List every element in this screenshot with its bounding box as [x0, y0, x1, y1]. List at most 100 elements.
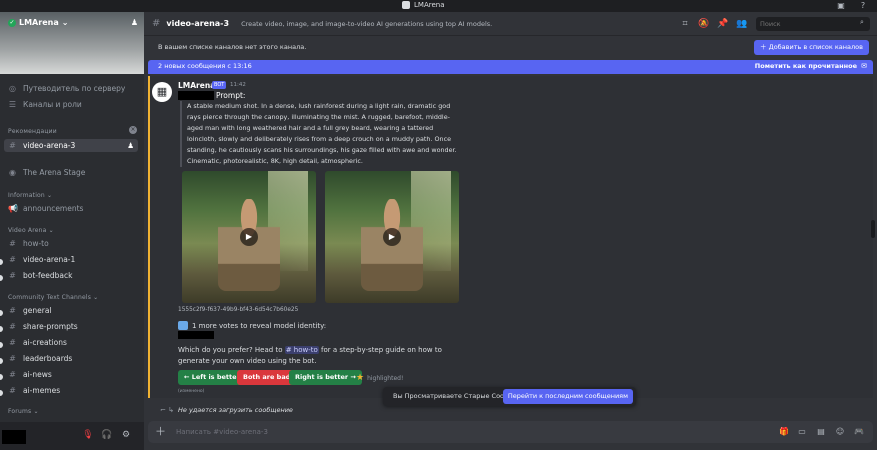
- app-logo-icon: [402, 1, 410, 9]
- left-is-better-button[interactable]: ← Left is better: [178, 370, 246, 385]
- message-composer: ＋ 🎁 ▭ ▤ ☺ 🎮: [148, 421, 873, 443]
- list-icon: ☰: [8, 100, 17, 109]
- right-is-better-button[interactable]: Right is better →: [289, 370, 362, 385]
- new-messages-bar[interactable]: 2 новых сообщения с 13:16 Пометить как п…: [148, 60, 873, 74]
- sidebar-item-bot-feedback[interactable]: # bot-feedback: [8, 269, 140, 282]
- compass-icon: ◎: [9, 84, 16, 93]
- unread-indicator: [0, 374, 3, 380]
- avatar[interactable]: [2, 430, 26, 444]
- headphones-icon[interactable]: 🎧: [101, 429, 113, 441]
- stage-icon: ◉: [9, 168, 16, 177]
- prompt-heading: Prompt:: [178, 91, 245, 100]
- gif-icon[interactable]: ▭: [796, 426, 808, 438]
- ballot-box-icon: [178, 321, 188, 330]
- sidebar-item-video-arena-1[interactable]: # video-arena-1: [8, 253, 140, 266]
- highlighted-reaction[interactable]: ★ highlighted!: [356, 373, 403, 383]
- server-name[interactable]: ✓ LMArena ⌄: [8, 18, 68, 27]
- jump-to-present-button[interactable]: Перейти к последним сообщениям: [502, 389, 633, 404]
- bot-message: ▦ LMArena BOT 11:42 Prompt: A stable med…: [148, 76, 873, 398]
- channel-sidebar: ✓ LMArena ⌄ ♟ ◎ Путеводитель по серверу …: [0, 12, 144, 450]
- plus-icon[interactable]: ＋: [155, 425, 166, 439]
- dismiss-recommended-icon[interactable]: ×: [129, 126, 137, 134]
- sidebar-item-video-arena-3[interactable]: # video-arena-3 ♟: [4, 139, 138, 152]
- redacted-block: [178, 91, 214, 100]
- prompt-quote: A stable medium shot. In a dense, lush r…: [180, 101, 462, 167]
- scrollbar-thumb[interactable]: [871, 220, 875, 238]
- unread-indicator: [0, 390, 3, 396]
- unread-indicator: [0, 275, 3, 281]
- category-recommended[interactable]: Рекомендации: [8, 128, 57, 135]
- message-input[interactable]: [176, 425, 736, 439]
- gamepad-icon[interactable]: 🎮: [853, 426, 865, 438]
- category-forums[interactable]: Forums ⌄: [8, 408, 39, 415]
- channel-hash-icon: #: [9, 306, 16, 315]
- search-icon: ⌕: [860, 18, 864, 26]
- server-banner[interactable]: ✓ LMArena ⌄ ♟: [0, 12, 144, 74]
- new-messages-text: 2 новых сообщения с 13:16: [158, 62, 252, 70]
- notification-bell-muted-icon[interactable]: 🔕: [698, 18, 710, 30]
- failed-load-text: Не удается загрузить сообщение: [178, 406, 293, 414]
- sidebar-item-ai-memes[interactable]: # ai-memes: [8, 384, 140, 397]
- mark-as-read-button[interactable]: Пометить как прочитанное: [755, 62, 857, 70]
- unread-indicator: [0, 342, 3, 348]
- sticker-icon[interactable]: ▤: [815, 426, 827, 438]
- unread-indicator: [0, 358, 3, 364]
- channel-topic[interactable]: Create video, image, and image-to-video …: [241, 20, 492, 28]
- play-icon[interactable]: ▶: [240, 228, 258, 246]
- channel-hash-icon: #: [9, 271, 16, 280]
- channel-hash-icon: #: [9, 141, 16, 150]
- bot-avatar-icon[interactable]: ▦: [152, 82, 172, 102]
- sidebar-item-arena-stage[interactable]: ◉ The Arena Stage: [8, 166, 140, 179]
- channel-hash-icon: #: [9, 338, 16, 347]
- video-left[interactable]: ▶: [182, 171, 316, 303]
- add-to-channel-list-button[interactable]: ＋ Добавить в список каналов: [754, 40, 869, 55]
- message-timestamp: 11:42: [230, 82, 246, 88]
- category-community[interactable]: Community Text Channels ⌄: [8, 294, 98, 301]
- sidebar-item-announcements[interactable]: 📢 announcements: [8, 202, 140, 215]
- search-input[interactable]: [756, 17, 870, 31]
- edited-label: (изменено): [178, 389, 205, 394]
- sidebar-item-ai-creations[interactable]: # ai-creations: [8, 336, 140, 349]
- pin-icon[interactable]: 📌: [717, 18, 729, 30]
- channel-hash-icon: #: [152, 18, 161, 29]
- gift-icon[interactable]: 🎁: [778, 426, 790, 438]
- app-title: LMArena: [402, 1, 445, 9]
- play-icon[interactable]: ▶: [383, 228, 401, 246]
- microphone-muted-icon[interactable]: 🎙: [82, 429, 94, 441]
- emoji-icon[interactable]: ☺: [834, 426, 846, 438]
- channel-mention-how-to[interactable]: # how-to: [284, 346, 319, 354]
- add-member-icon[interactable]: ♟: [127, 141, 134, 150]
- channel-name: video-arena-3: [166, 19, 230, 28]
- threads-icon[interactable]: ⌗: [679, 18, 691, 30]
- gear-icon[interactable]: ⚙: [120, 429, 132, 441]
- highlight-bar: [148, 76, 150, 398]
- inbox-icon[interactable]: ▣: [836, 1, 846, 11]
- help-icon[interactable]: ?: [858, 1, 868, 11]
- reveal-text: 1 more votes to reveal model identity:: [178, 321, 326, 330]
- sidebar-item-server-guide[interactable]: ◎ Путеводитель по серверу: [8, 82, 140, 95]
- message-author[interactable]: LMArena: [178, 81, 215, 90]
- generation-id: 1555c2f9-f637-49b9-bf43-6d54c7b60e25: [178, 307, 299, 313]
- sidebar-item-general[interactable]: # general: [8, 304, 140, 317]
- mark-read-icon: ✉: [861, 62, 867, 70]
- sidebar-item-share-prompts[interactable]: # share-prompts: [8, 320, 140, 333]
- both-are-bad-button[interactable]: Both are bad: [237, 370, 297, 385]
- redacted-block: [178, 331, 214, 339]
- sidebar-item-leaderboards[interactable]: # leaderboards: [8, 352, 140, 365]
- user-panel: 🎙 🎧 ⚙: [0, 422, 144, 450]
- reply-arrow-icon: ⌐ ↳: [160, 406, 174, 414]
- member-list-icon[interactable]: 👥: [736, 18, 748, 30]
- star-icon: ★: [356, 373, 365, 383]
- old-messages-popup: Вы Просматриваете Старые Сообщения Перей…: [383, 387, 636, 406]
- verified-icon: ✓: [8, 18, 16, 27]
- sidebar-item-channels-roles[interactable]: ☰ Каналы и роли: [8, 98, 140, 111]
- sidebar-item-how-to[interactable]: # how-to: [8, 237, 140, 250]
- category-information[interactable]: Information ⌄: [8, 192, 52, 199]
- channel-hash-icon: #: [9, 239, 16, 248]
- invite-people-icon[interactable]: ♟: [131, 18, 138, 27]
- channel-hash-icon: #: [9, 354, 16, 363]
- category-video-arena[interactable]: Video Arena ⌄: [8, 227, 54, 234]
- video-right[interactable]: ▶: [325, 171, 459, 303]
- sidebar-item-ai-news[interactable]: # ai-news: [8, 368, 140, 381]
- window-title: LMArena: [414, 1, 445, 9]
